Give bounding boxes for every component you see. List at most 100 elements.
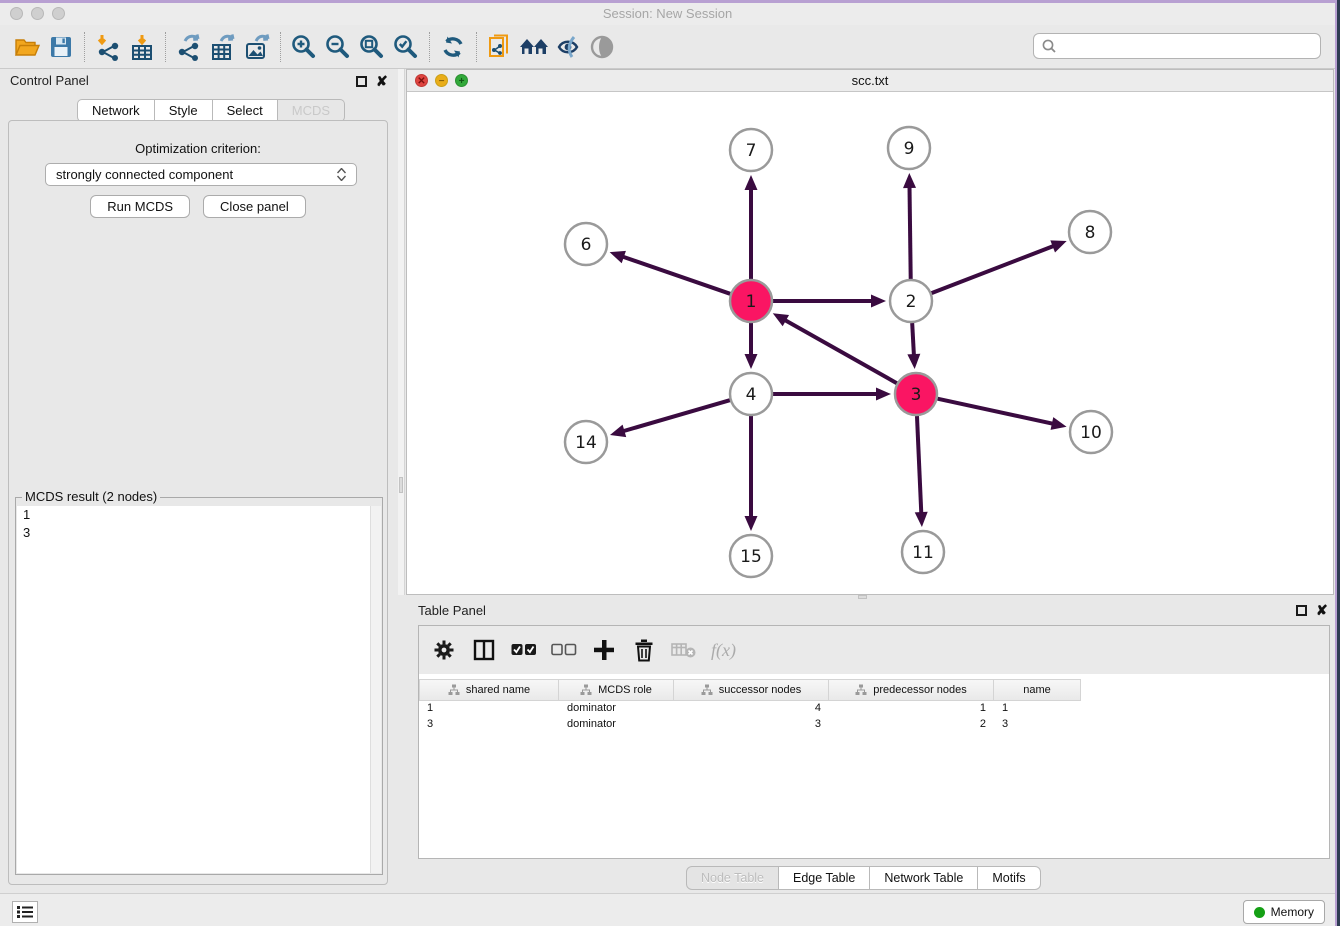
- table-row[interactable]: 3 dominator 3 2 3: [419, 717, 1329, 733]
- cell-name: 1: [994, 701, 1081, 717]
- graph-edge[interactable]: [917, 416, 921, 514]
- save-session-icon[interactable]: [44, 30, 78, 64]
- memory-button[interactable]: Memory: [1243, 900, 1325, 924]
- graph-node-label: 11: [912, 543, 934, 563]
- graph-edge[interactable]: [622, 400, 729, 431]
- graph-node-label: 10: [1080, 423, 1102, 443]
- graph-edge[interactable]: [937, 399, 1053, 424]
- delete-column-icon[interactable]: [631, 637, 657, 663]
- open-folder-icon[interactable]: [10, 30, 44, 64]
- task-history-button[interactable]: [12, 901, 38, 923]
- tree-icon: [580, 684, 592, 696]
- vertical-splitter[interactable]: [398, 69, 405, 595]
- tab-mcds[interactable]: MCDS: [278, 99, 345, 122]
- column-header-predecessor-nodes[interactable]: predecessor nodes: [829, 679, 994, 701]
- float-panel-icon[interactable]: [356, 76, 367, 87]
- graph-edge-arrowhead: [876, 388, 891, 401]
- cell-successor-nodes: 3: [674, 717, 829, 733]
- search-icon: [1040, 37, 1058, 55]
- add-column-icon[interactable]: [591, 637, 617, 663]
- column-label: predecessor nodes: [873, 684, 967, 696]
- optimization-criterion-select[interactable]: strongly connected component: [45, 163, 357, 186]
- close-panel-button[interactable]: Close panel: [203, 195, 306, 218]
- zoom-in-icon[interactable]: [287, 30, 321, 64]
- fx-label: f(x): [711, 640, 736, 661]
- import-network-icon[interactable]: [91, 30, 125, 64]
- float-table-panel-icon[interactable]: [1296, 605, 1307, 616]
- optimization-criterion-label: Optimization criterion:: [9, 141, 387, 156]
- graph-edge[interactable]: [784, 320, 897, 384]
- tab-style[interactable]: Style: [155, 99, 213, 122]
- export-table-icon[interactable]: [206, 30, 240, 64]
- zoom-out-icon[interactable]: [321, 30, 355, 64]
- tab-network[interactable]: Network: [77, 99, 155, 122]
- export-network-icon[interactable]: [172, 30, 206, 64]
- graph-edge-arrowhead: [745, 175, 758, 190]
- column-mode-icon[interactable]: [471, 637, 497, 663]
- network-view-title: scc.txt: [407, 73, 1333, 88]
- select-all-checks-icon[interactable]: [511, 637, 537, 663]
- splitter-grip[interactable]: [399, 477, 403, 493]
- graph-edge-arrowhead: [915, 512, 928, 527]
- result-scrollbar[interactable]: [370, 506, 381, 873]
- hide-style-icon[interactable]: [551, 30, 585, 64]
- table-body: 1 dominator 4 1 1 3 dominator 3 2 3: [419, 701, 1329, 733]
- tab-motifs[interactable]: Motifs: [978, 866, 1040, 890]
- zoom-selected-icon[interactable]: [389, 30, 423, 64]
- home-layout-icon[interactable]: [517, 30, 551, 64]
- table-row[interactable]: 1 dominator 4 1 1: [419, 701, 1329, 717]
- close-panel-icon[interactable]: ✘: [376, 76, 388, 87]
- tree-icon: [701, 684, 713, 696]
- graph-edge[interactable]: [912, 323, 914, 356]
- node-table: f(x) shared name MCDS role successor nod…: [418, 625, 1330, 859]
- toolbar-separator: [280, 32, 281, 62]
- graph-edge[interactable]: [622, 256, 730, 293]
- tab-select[interactable]: Select: [213, 99, 278, 122]
- gear-icon[interactable]: [431, 637, 457, 663]
- zoom-fit-icon[interactable]: [355, 30, 389, 64]
- column-header-name[interactable]: name: [994, 679, 1081, 701]
- export-image-icon[interactable]: [240, 30, 274, 64]
- tab-network-table[interactable]: Network Table: [870, 866, 978, 890]
- cell-mcds-role: dominator: [559, 701, 674, 717]
- deselect-all-checks-icon[interactable]: [551, 637, 577, 663]
- search-input[interactable]: [1058, 39, 1320, 54]
- column-header-mcds-role[interactable]: MCDS role: [559, 679, 674, 701]
- graph-node-label: 1: [746, 292, 757, 312]
- app-window: Session: New Session: [0, 0, 1337, 926]
- mcds-result-group: MCDS result (2 nodes) 1 3: [15, 497, 383, 875]
- close-table-panel-icon[interactable]: ✘: [1316, 605, 1328, 616]
- horizontal-splitter-grip[interactable]: [858, 595, 867, 599]
- control-panel-buttons: ✘: [356, 76, 388, 87]
- selected-criterion: strongly connected component: [56, 167, 233, 182]
- result-line: 1: [17, 506, 381, 524]
- mcds-panel: Optimization criterion: strongly connect…: [8, 120, 388, 885]
- function-builder-icon[interactable]: f(x): [711, 637, 736, 663]
- toolbar-separator: [429, 32, 430, 62]
- desktop-background: Session: New Session: [0, 0, 1340, 926]
- table-panel-buttons: ✘: [1296, 605, 1328, 616]
- graph-node-label: 14: [575, 433, 597, 453]
- mcds-result-list[interactable]: 1 3: [17, 506, 381, 873]
- clone-network-icon[interactable]: [483, 30, 517, 64]
- graph-edge[interactable]: [909, 186, 910, 279]
- refresh-icon[interactable]: [436, 30, 470, 64]
- graph-node-label: 15: [740, 547, 762, 567]
- search-field[interactable]: [1033, 33, 1321, 59]
- window-title: Session: New Session: [0, 6, 1335, 21]
- show-eye-icon[interactable]: [585, 30, 619, 64]
- network-window-titlebar[interactable]: ✕ − + scc.txt: [407, 70, 1333, 92]
- column-header-successor-nodes[interactable]: successor nodes: [674, 679, 829, 701]
- cell-mcds-role: dominator: [559, 717, 674, 733]
- network-canvas[interactable]: 7968124314101511: [407, 92, 1333, 594]
- delete-table-icon[interactable]: [671, 637, 697, 663]
- graph-edge[interactable]: [932, 246, 1055, 293]
- column-header-shared-name[interactable]: shared name: [419, 679, 559, 701]
- import-table-icon[interactable]: [125, 30, 159, 64]
- tab-edge-table[interactable]: Edge Table: [779, 866, 870, 890]
- tab-node-table[interactable]: Node Table: [686, 866, 779, 890]
- run-mcds-button[interactable]: Run MCDS: [90, 195, 190, 218]
- memory-label: Memory: [1271, 905, 1314, 919]
- network-view-window: ✕ − + scc.txt 7968124314101511: [406, 69, 1334, 595]
- column-label: MCDS role: [598, 684, 652, 696]
